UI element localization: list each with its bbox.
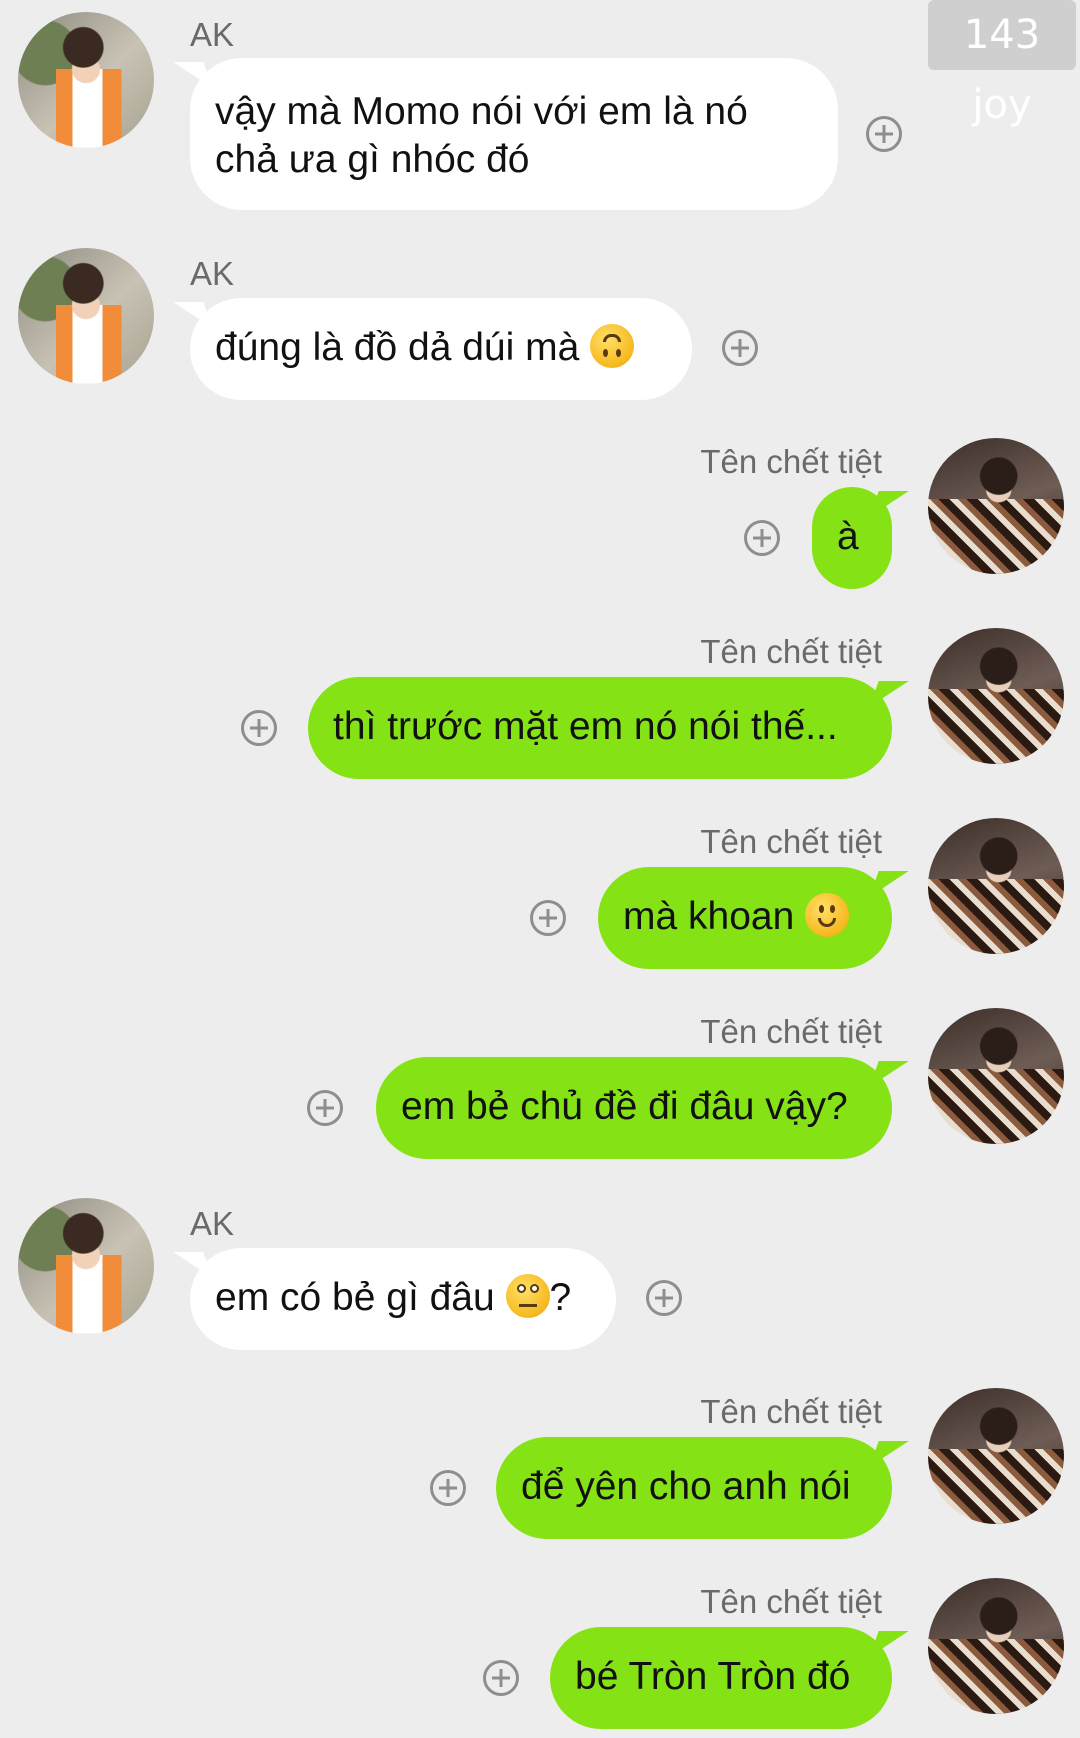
message-bubble[interactable]: bé Tròn Tròn đó xyxy=(550,1627,892,1729)
avatar[interactable] xyxy=(928,1578,1064,1714)
message-text: vậy mà Momo nói với em là nó xyxy=(215,90,748,133)
avatar[interactable] xyxy=(18,12,154,148)
avatar[interactable] xyxy=(928,1008,1064,1144)
sender-name: AK xyxy=(190,16,235,53)
message-bubble[interactable]: đúng là đồ dả dúi mà xyxy=(190,298,692,400)
message-text: chả ưa gì nhóc đó xyxy=(215,138,530,181)
slightly-smiling-face-emoji xyxy=(805,893,850,937)
sender-name: AK xyxy=(190,255,235,292)
sender-name: Tên chết tiệt xyxy=(700,633,882,670)
message-bubble[interactable]: em có bẻ gì đâu ? xyxy=(190,1248,616,1350)
avatar[interactable] xyxy=(18,1198,154,1334)
avatar[interactable] xyxy=(18,248,154,384)
avatar[interactable] xyxy=(928,818,1064,954)
plus-circle-icon[interactable] xyxy=(722,330,758,366)
message-text: đúng là đồ dả dúi mà xyxy=(215,326,580,369)
message-text: ? xyxy=(549,1276,572,1319)
watermark: 143 joy xyxy=(928,0,1076,128)
message-text: bé Tròn Tròn đó xyxy=(575,1655,851,1698)
message-bubble[interactable]: em bẻ chủ đề đi đâu vậy? xyxy=(376,1057,892,1159)
message-text: mà khoan xyxy=(623,895,795,938)
message-bubble[interactable]: để yên cho anh nói xyxy=(496,1437,892,1539)
plus-circle-icon[interactable] xyxy=(430,1470,466,1506)
sender-name: Tên chết tiệt xyxy=(700,1013,882,1050)
plus-circle-icon[interactable] xyxy=(307,1090,343,1126)
plus-circle-icon[interactable] xyxy=(241,710,277,746)
avatar[interactable] xyxy=(928,438,1064,574)
message-text: để yên cho anh nói xyxy=(521,1465,851,1508)
sender-name: Tên chết tiệt xyxy=(700,823,882,860)
sender-name: Tên chết tiệt xyxy=(700,1393,882,1430)
plus-circle-icon[interactable] xyxy=(530,900,566,936)
plus-circle-icon[interactable] xyxy=(866,116,902,152)
plus-circle-icon[interactable] xyxy=(744,520,780,556)
sender-name: Tên chết tiệt xyxy=(700,1583,882,1620)
message-text: em bẻ chủ đề đi đâu vậy? xyxy=(401,1085,848,1128)
message-bubble[interactable]: vậy mà Momo nói với em là nó chả ưa gì n… xyxy=(190,58,838,210)
message-bubble[interactable]: à xyxy=(812,487,892,589)
avatar[interactable] xyxy=(928,1388,1064,1524)
plus-circle-icon[interactable] xyxy=(483,1660,519,1696)
message-text: em có bẻ gì đâu xyxy=(215,1276,495,1319)
message-text: thì trước mặt em nó nói thế... xyxy=(333,705,838,748)
avatar[interactable] xyxy=(928,628,1064,764)
sender-name: Tên chết tiệt xyxy=(700,443,882,480)
message-text: à xyxy=(837,515,859,558)
message-bubble[interactable]: mà khoan xyxy=(598,867,892,969)
message-bubble[interactable]: thì trước mặt em nó nói thế... xyxy=(308,677,892,779)
plus-circle-icon[interactable] xyxy=(646,1280,682,1316)
face-with-rolling-eyes-emoji xyxy=(505,1274,550,1318)
upside-down-face-emoji xyxy=(590,324,635,368)
sender-name: AK xyxy=(190,1205,235,1242)
